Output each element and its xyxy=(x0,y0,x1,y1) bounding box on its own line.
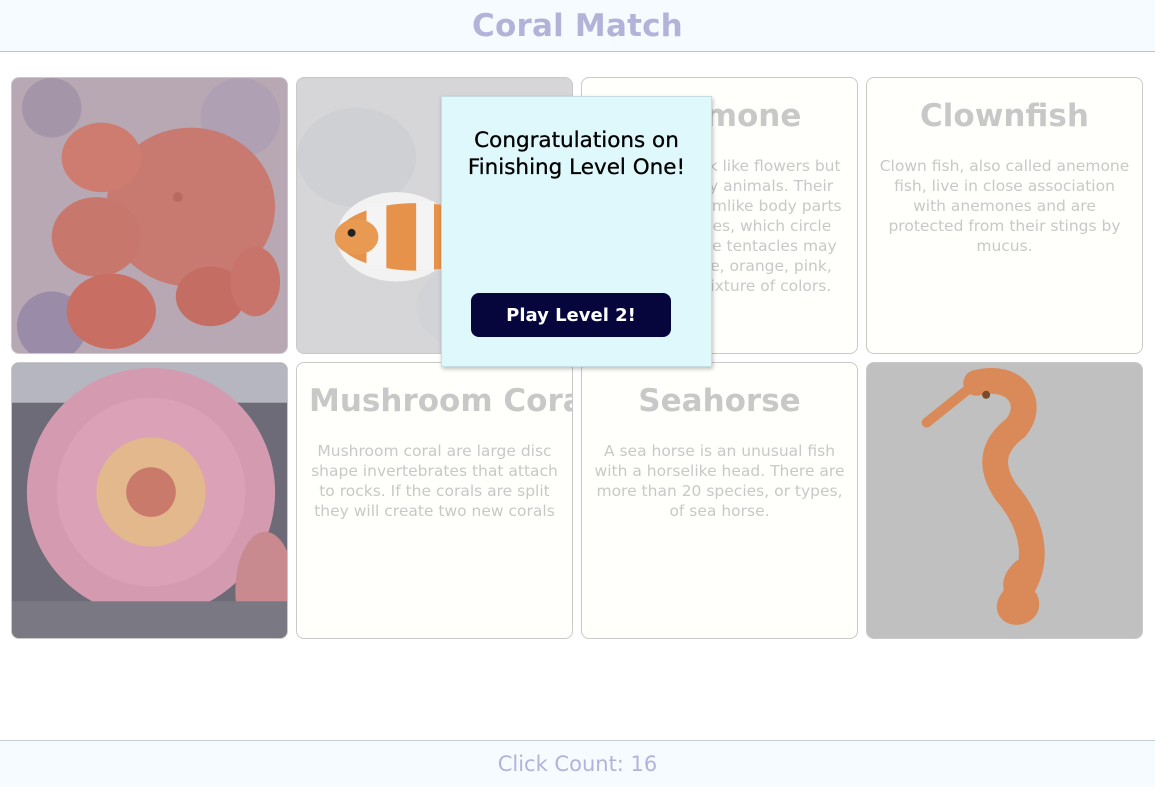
card-body: Clown fish, also called anemone fish, li… xyxy=(879,157,1130,255)
app-header: Coral Match xyxy=(0,0,1155,52)
card-anemone-image[interactable] xyxy=(11,362,288,639)
mushroom-coral-image xyxy=(12,78,287,353)
page-title: Coral Match xyxy=(472,7,683,44)
play-level-2-button[interactable]: Play Level 2! xyxy=(471,293,671,337)
card-title: Clownfish xyxy=(920,98,1089,134)
card-seahorse-image[interactable] xyxy=(866,362,1143,639)
level-complete-dialog: Congratulations on Finishing Level One! … xyxy=(441,96,712,367)
card-mushroom-coral-image[interactable] xyxy=(11,77,288,354)
anemone-image xyxy=(12,363,287,638)
seahorse-image xyxy=(867,363,1142,638)
card-body: A sea horse is an unusual fish with a ho… xyxy=(594,442,845,520)
click-count: Click Count: 16 xyxy=(497,752,658,776)
card-title: Seahorse xyxy=(638,383,801,419)
dialog-message: Congratulations on Finishing Level One! xyxy=(467,128,686,180)
card-body: Mushroom coral are large disc shape inve… xyxy=(311,442,558,520)
app-footer: Click Count: 16 xyxy=(0,740,1155,787)
card-clownfish-text[interactable]: Clownfish Clown fish, also called anemon… xyxy=(866,77,1143,354)
card-mushroom-coral-text[interactable]: Mushroom Coral Mushroom coral are large … xyxy=(296,362,573,639)
card-title: Mushroom Coral xyxy=(309,383,573,419)
card-seahorse-text[interactable]: Seahorse A sea horse is an unusual fish … xyxy=(581,362,858,639)
